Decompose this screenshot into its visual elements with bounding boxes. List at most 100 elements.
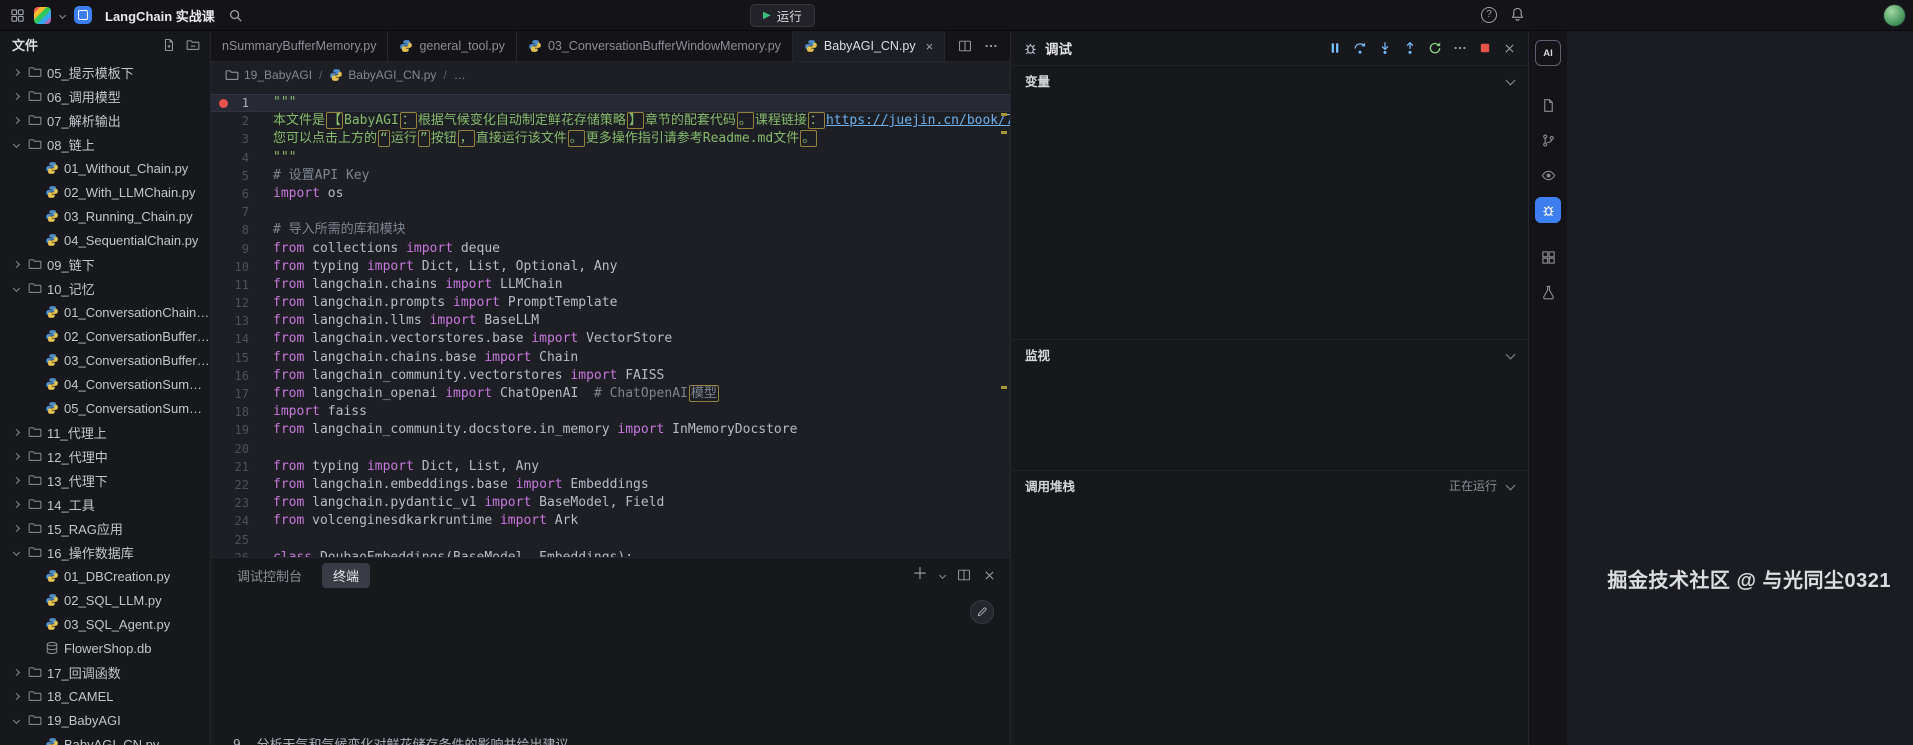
code-line[interactable]: 24from volcenginesdkarkruntime import Ar… [211, 512, 1010, 530]
line-gutter[interactable]: 10 [211, 258, 263, 276]
line-gutter[interactable]: 8 [211, 221, 263, 239]
code-line[interactable]: 17from langchain_openai import ChatOpenA… [211, 385, 1010, 403]
explorer-file-item[interactable]: 02_ConversationBufferMemor... [0, 324, 210, 348]
code-line[interactable]: 15from langchain.chains.base import Chai… [211, 349, 1010, 367]
code-line[interactable]: 18import faiss [211, 403, 1010, 421]
panel-tab-terminal[interactable]: 终端 [322, 563, 370, 588]
explorer-file-item[interactable]: 02_With_LLMChain.py [0, 180, 210, 204]
code-line[interactable]: 9from collections import deque [211, 240, 1010, 258]
line-gutter[interactable]: 2 [211, 112, 263, 130]
explorer-folder-item[interactable]: 05_提示模板下 [0, 60, 210, 84]
debug-section-header[interactable]: 变量 [1011, 65, 1528, 94]
line-gutter[interactable]: 11 [211, 276, 263, 294]
line-gutter[interactable]: 9 [211, 240, 263, 258]
explorer-folder-item[interactable]: 12_代理中 [0, 444, 210, 468]
dropdown-icon[interactable] [940, 573, 945, 578]
step-into-icon[interactable] [1378, 41, 1392, 55]
extensions-icon[interactable] [1535, 244, 1561, 270]
code-line[interactable]: 25 [211, 531, 1010, 549]
user-avatar[interactable] [1883, 4, 1906, 27]
code-line[interactable]: 26class DoubaoEmbeddings(BaseModel, Embe… [211, 549, 1010, 557]
notifications-icon[interactable] [1510, 7, 1525, 22]
line-gutter[interactable]: 24 [211, 512, 263, 530]
breadcrumb-item[interactable]: 19_BabyAGI [225, 68, 312, 82]
search-icon[interactable] [228, 8, 243, 23]
explorer-folder-item[interactable]: 15_RAG应用 [0, 516, 210, 540]
code-line[interactable]: 10from typing import Dict, List, Optiona… [211, 258, 1010, 276]
line-gutter[interactable]: 18 [211, 403, 263, 421]
line-gutter[interactable]: 3 [211, 130, 263, 148]
explorer-file-item[interactable]: 01_Without_Chain.py [0, 156, 210, 180]
ai-assistant-icon[interactable]: AI [1535, 40, 1561, 66]
line-gutter[interactable]: 19 [211, 421, 263, 439]
restart-icon[interactable] [1428, 41, 1442, 55]
editor-overview-ruler[interactable] [1001, 88, 1009, 557]
collapse-explorer-icon[interactable] [186, 38, 200, 52]
line-gutter[interactable]: 15 [211, 349, 263, 367]
editor-tab[interactable]: 03_ConversationBufferWindowMemory.py [517, 31, 793, 61]
brand-logo-icon[interactable] [34, 7, 51, 24]
explorer-folder-item[interactable]: 14_工具 [0, 492, 210, 516]
explorer-folder-item[interactable]: 18_CAMEL [0, 684, 210, 708]
apps-menu-icon[interactable] [10, 8, 25, 23]
close-tab-icon[interactable]: × [926, 39, 934, 54]
line-gutter[interactable]: 1 [211, 94, 263, 112]
explorer-folder-item[interactable]: 19_BabyAGI [0, 708, 210, 732]
explorer-folder-item[interactable]: 08_链上 [0, 132, 210, 156]
terminal-content[interactable]: 9. 分析天气和气候变化对鲜花储存条件的影响并给出建议 [211, 592, 1010, 745]
explorer-file-item[interactable]: BabyAGI_CN.py [0, 732, 210, 745]
editor-tab[interactable]: BabyAGI_CN.py× [793, 31, 945, 61]
explorer-folder-item[interactable]: 16_操作数据库 [0, 540, 210, 564]
workspace-name[interactable]: LangChain 实战课 [105, 6, 215, 25]
debug-section-header[interactable]: 监视 [1011, 339, 1528, 368]
code-line[interactable]: 3您可以点击上方的“运行”按钮，直接运行该文件。更多操作指引请参考Readme.… [211, 130, 1010, 148]
breakpoint-dot[interactable] [219, 99, 228, 108]
explorer-folder-item[interactable]: 10_记忆 [0, 276, 210, 300]
eye-icon[interactable] [1535, 162, 1561, 188]
explorer-folder-item[interactable]: 06_调用模型 [0, 84, 210, 108]
help-icon[interactable]: ? [1481, 7, 1497, 23]
testing-icon[interactable] [1535, 279, 1561, 305]
explorer-file-item[interactable]: 04_SequentialChain.py [0, 228, 210, 252]
new-file-icon[interactable] [162, 38, 176, 52]
code-line[interactable]: 8# 导入所需的库和模块 [211, 221, 1010, 239]
step-out-icon[interactable] [1403, 41, 1417, 55]
code-line[interactable]: 1""" [211, 94, 1010, 112]
line-gutter[interactable]: 25 [211, 531, 263, 549]
run-button[interactable]: ▶ 运行 [750, 4, 815, 27]
run-debug-icon[interactable] [1535, 197, 1561, 223]
code-line[interactable]: 19from langchain_community.docstore.in_m… [211, 421, 1010, 439]
close-icon[interactable] [1503, 42, 1516, 55]
explorer-file-item[interactable]: 02_SQL_LLM.py [0, 588, 210, 612]
explorer-folder-item[interactable]: 13_代理下 [0, 468, 210, 492]
line-gutter[interactable]: 14 [211, 330, 263, 348]
line-gutter[interactable]: 5 [211, 167, 263, 185]
code-line[interactable]: 12from langchain.prompts import PromptTe… [211, 294, 1010, 312]
explorer-file-item[interactable]: 03_SQL_Agent.py [0, 612, 210, 636]
file-icon[interactable] [1535, 92, 1561, 118]
line-gutter[interactable]: 4 [211, 149, 263, 167]
line-gutter[interactable]: 13 [211, 312, 263, 330]
source-control-icon[interactable] [1535, 127, 1561, 153]
line-gutter[interactable]: 26 [211, 549, 263, 557]
more-actions-icon[interactable] [1453, 41, 1467, 55]
split-panel-icon[interactable] [957, 568, 971, 582]
line-gutter[interactable]: 20 [211, 440, 263, 458]
explorer-file-item[interactable]: 04_ConversationSummaryMe... [0, 372, 210, 396]
code-line[interactable]: 16from langchain_community.vectorstores … [211, 367, 1010, 385]
pause-icon[interactable] [1328, 41, 1342, 55]
code-line[interactable]: 14from langchain.vectorstores.base impor… [211, 330, 1010, 348]
code-line[interactable]: 4""" [211, 149, 1010, 167]
panel-tab-debug-console[interactable]: 调试控制台 [233, 563, 306, 588]
editor-tab[interactable]: nSummaryBufferMemory.py [211, 31, 388, 61]
debug-section-header[interactable]: 调用堆栈正在运行 [1011, 470, 1528, 499]
line-gutter[interactable]: 6 [211, 185, 263, 203]
edit-pencil-icon[interactable] [970, 600, 994, 624]
code-line[interactable]: 21from typing import Dict, List, Any [211, 458, 1010, 476]
workspace-icon[interactable] [74, 6, 92, 24]
code-line[interactable]: 22from langchain.embeddings.base import … [211, 476, 1010, 494]
line-gutter[interactable]: 16 [211, 367, 263, 385]
explorer-folder-item[interactable]: 11_代理上 [0, 420, 210, 444]
stop-icon[interactable] [1478, 41, 1492, 55]
breadcrumb-item[interactable]: … [454, 68, 466, 82]
